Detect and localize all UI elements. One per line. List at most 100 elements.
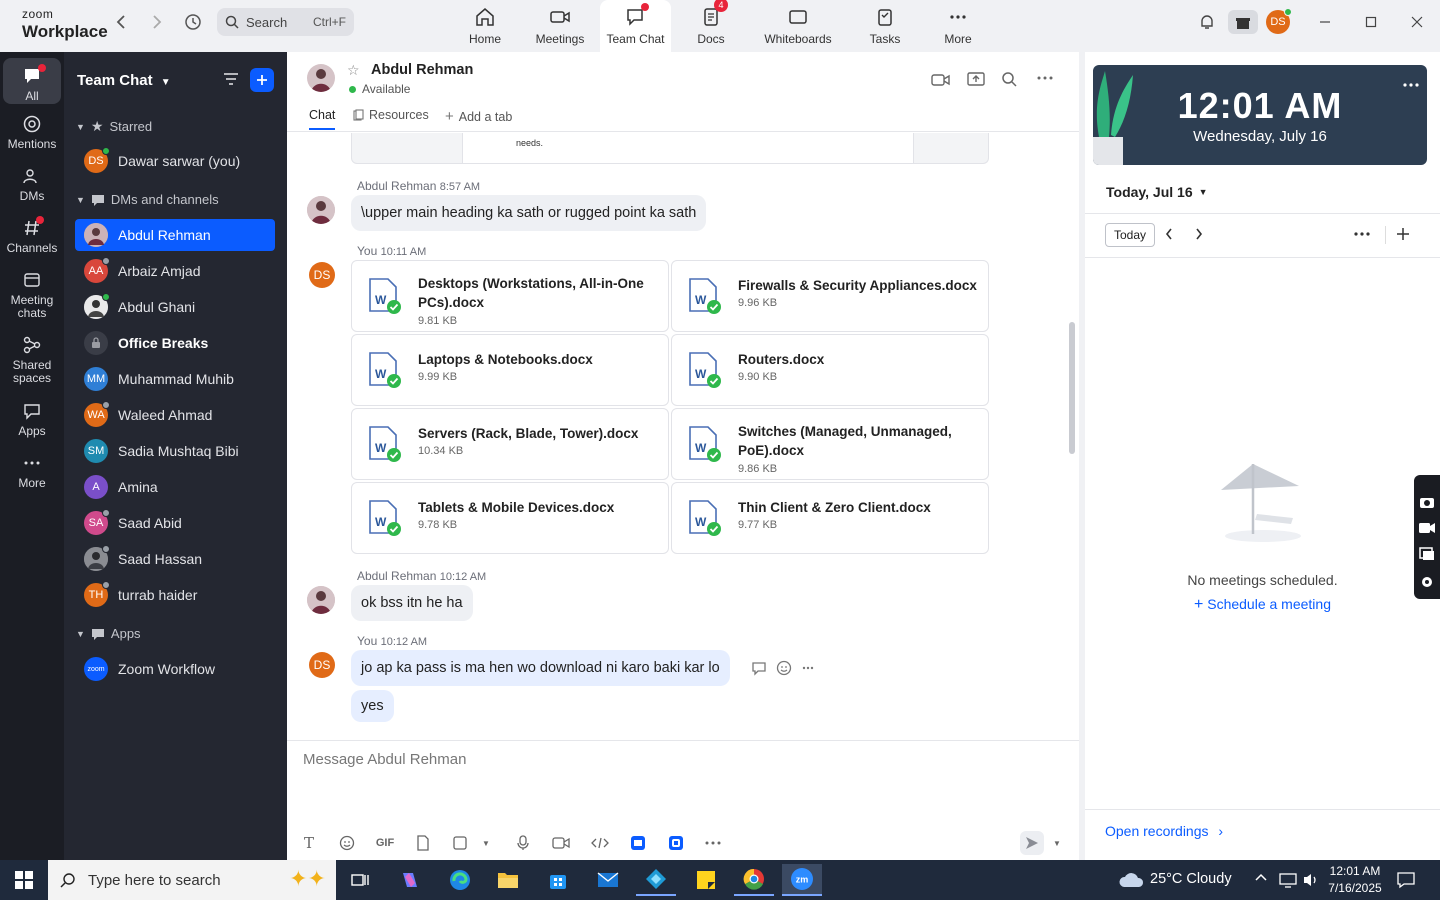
search-icon[interactable] [1001,71,1017,87]
search-box[interactable]: Search Ctrl+F [217,8,354,36]
sidebar-item-abdul-ghani[interactable]: Abdul Ghani [75,291,275,323]
notification-icon[interactable] [1396,871,1416,889]
maximize-icon[interactable] [1356,10,1386,34]
file-attachment[interactable]: W Tablets & Mobile Devices.docx 9.78 KB [351,482,669,554]
task-view-icon[interactable] [340,864,380,896]
video-call-icon[interactable] [931,72,951,88]
section-apps[interactable]: ▼ Apps [76,626,141,641]
file-attachment[interactable]: W Routers.docx 9.90 KB [671,334,989,406]
minimize-icon[interactable] [1310,10,1340,34]
sidebar-title[interactable]: Team Chat ▼ [77,72,171,89]
taskbar-search[interactable]: Type here to search ✦✦ [48,860,336,900]
day-selector[interactable]: Today, Jul 16 ▼ [1106,184,1208,200]
file-attachment[interactable]: W Servers (Rack, Blade, Tower).docx 10.34 … [351,408,669,480]
sidebar-item-office-breaks[interactable]: Office Breaks [75,327,275,359]
camera-icon[interactable] [1419,495,1435,509]
sidebar-item-arbaiz-amjad[interactable]: AA Arbaiz Amjad [75,255,275,287]
history-icon[interactable] [178,10,208,34]
format-text-icon[interactable]: T [299,833,319,853]
nav-docs[interactable]: 4 Docs [690,0,732,52]
more-dots-icon[interactable] [1354,232,1370,236]
sidebar-item-sadia-mushtaq[interactable]: SM Sadia Mushtaq Bibi [75,435,275,467]
copilot-icon[interactable] [390,864,430,896]
nav-home[interactable]: Home [462,0,508,52]
sidebar-item-waleed-ahmad[interactable]: WA Waleed Ahmad [75,399,275,431]
emoji-icon[interactable] [337,833,357,853]
sidebar-item-amina[interactable]: A Amina [75,471,275,503]
sticky-notes-icon[interactable] [686,864,726,896]
nav-team-chat[interactable]: Team Chat [600,0,671,52]
rail-meeting-chats[interactable]: Meeting chats [3,270,61,320]
docs-app-icon[interactable] [666,833,686,853]
sender-avatar[interactable] [307,196,335,224]
edge-icon[interactable] [440,864,480,896]
rail-mentions[interactable]: Mentions [3,114,61,151]
sidebar-item-dawar[interactable]: DS Dawar sarwar (you) [75,145,275,177]
weather-text[interactable]: 25°C Cloudy [1150,871,1232,887]
bell-icon[interactable] [1192,10,1222,34]
gif-button[interactable]: GIF [374,833,396,853]
reply-icon[interactable] [751,660,767,676]
send-icon[interactable] [1020,831,1044,855]
nav-tasks[interactable]: Tasks [866,0,904,52]
message-bubble[interactable]: \upper main heading ka sath or rugged po… [351,195,707,231]
nav-whiteboards[interactable]: Whiteboards [760,0,836,52]
file-explorer-icon[interactable] [488,864,528,896]
rail-apps[interactable]: Apps [3,401,61,438]
video-message-icon[interactable] [551,833,571,853]
whiteboard-app-icon[interactable] [628,833,648,853]
gear-icon[interactable] [1419,574,1435,590]
mail-icon[interactable] [588,864,628,896]
more-dots-icon[interactable] [802,666,814,670]
microphone-icon[interactable] [513,833,533,853]
back-arrow-icon[interactable] [106,10,136,34]
rail-channels[interactable]: Channels [3,216,61,255]
forward-arrow-icon[interactable] [142,10,172,34]
sidebar-item-zoom-workflow[interactable]: zoom Zoom Workflow [75,653,275,685]
video-icon[interactable] [1419,522,1435,534]
chevron-down-icon[interactable]: ▼ [476,833,496,853]
chevron-down-icon[interactable]: ▼ [1047,833,1067,853]
clock-tray[interactable]: 12:01 AM 7/16/2025 [1324,863,1386,898]
nav-meetings[interactable]: Meetings [530,0,590,52]
code-icon[interactable] [590,833,610,853]
chrome-icon[interactable] [734,864,774,896]
more-dots-icon[interactable] [703,833,723,853]
new-chat-button[interactable] [250,68,274,92]
file-attachment[interactable]: W Laptops & Notebooks.docx 9.99 KB [351,334,669,406]
message-bubble[interactable]: yes [351,690,394,722]
emoji-icon[interactable] [776,660,792,676]
more-dots-icon[interactable] [1403,83,1419,87]
file-attachment[interactable]: W Switches (Managed, Unmanaged, PoE).docx… [671,408,989,480]
schedule-meeting-link[interactable]: + Schedule a meeting [1085,596,1440,614]
file-attachment[interactable]: W Thin Client & Zero Client.docx 9.77 KB [671,482,989,554]
network-icon[interactable] [1279,872,1297,888]
sidebar-item-muhammad-muhib[interactable]: MM Muhammad Muhib [75,363,275,395]
tab-resources[interactable]: Resources [353,108,429,122]
store-icon[interactable] [538,864,578,896]
rail-more[interactable]: More [3,453,61,490]
sender-avatar[interactable] [307,586,335,614]
message-bubble[interactable]: ok bss itn he ha [351,585,473,621]
screenshot-icon[interactable] [450,833,470,853]
contact-name[interactable]: Abdul Rehman [371,62,473,78]
file-attachment[interactable]: W Firewalls & Security Appliances.docx 9.9… [671,260,989,332]
app-diamond-icon[interactable] [636,864,676,896]
sender-avatar[interactable]: DS [309,262,335,288]
nav-more[interactable]: More [938,0,978,52]
today-button[interactable]: Today [1105,223,1156,247]
section-dms[interactable]: ▼ DMs and channels [76,192,219,207]
file-icon[interactable] [413,833,433,853]
rail-shared-spaces[interactable]: Shared spaces [3,335,61,385]
chevron-up-icon[interactable] [1255,873,1267,881]
filter-icon[interactable] [222,70,240,88]
close-icon[interactable] [1402,10,1432,34]
sender-avatar[interactable]: DS [309,652,335,678]
sidebar-item-abdul-rehman[interactable]: Abdul Rehman [75,219,275,251]
message-input[interactable]: Message Abdul Rehman [303,751,466,768]
open-recordings-link[interactable]: Open recordings › [1105,823,1223,839]
sidebar-item-saad-abid[interactable]: SA Saad Abid [75,507,275,539]
plus-icon[interactable] [1397,228,1409,240]
rail-all[interactable]: All [3,58,61,104]
speaker-icon[interactable] [1302,872,1320,888]
